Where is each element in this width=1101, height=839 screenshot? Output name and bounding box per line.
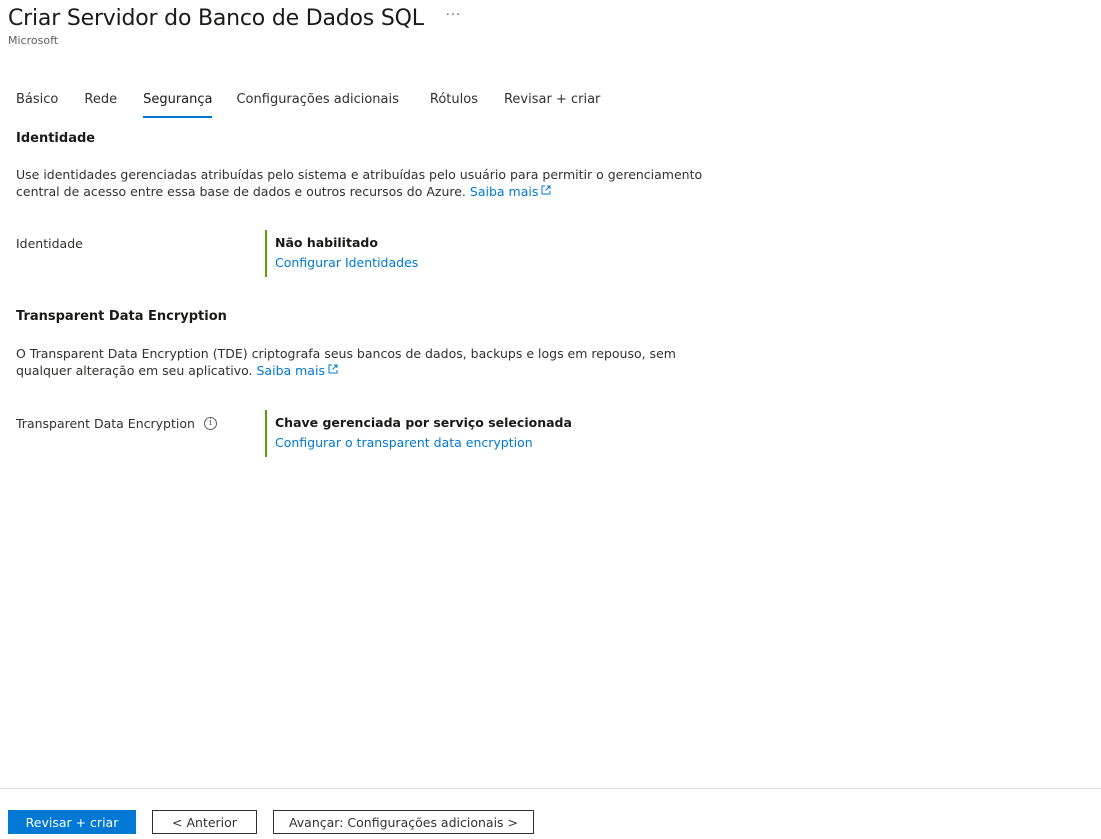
tde-description: O Transparent Data Encryption (TDE) crip…: [16, 345, 716, 379]
page-header: Criar Servidor do Banco de Dados SQL ···…: [8, 6, 461, 47]
identity-value-box: Não habilitado Configurar Identidades: [265, 230, 418, 277]
identity-field-label: Identidade: [16, 236, 83, 251]
external-link-icon: [541, 185, 551, 195]
wizard-tabs: Básico Rede Segurança Configurações adic…: [16, 90, 600, 118]
page-subtitle: Microsoft: [8, 34, 59, 47]
previous-button[interactable]: < Anterior: [152, 810, 257, 834]
tab-configuracoes-adicionais[interactable]: Configurações adicionais: [236, 90, 398, 118]
tde-field-label: Transparent Data Encryption i: [16, 416, 217, 431]
tde-status-value: Chave gerenciada por serviço selecionada: [275, 415, 572, 430]
tab-revisar-criar[interactable]: Revisar + criar: [504, 90, 600, 118]
tde-learn-more-label: Saiba mais: [256, 363, 325, 378]
tde-learn-more-link[interactable]: Saiba mais: [257, 363, 338, 378]
external-link-icon: [328, 364, 338, 374]
identity-learn-more-label: Saiba mais: [469, 184, 539, 199]
tab-rede[interactable]: Rede: [84, 90, 117, 118]
tde-description-text: O Transparent Data Encryption (TDE) crip…: [16, 346, 676, 378]
more-options-icon[interactable]: ···: [446, 8, 461, 23]
identity-description: Use identidades gerenciadas atribuídas p…: [16, 166, 716, 200]
review-create-button[interactable]: Revisar + criar: [8, 810, 136, 834]
page-title: Criar Servidor do Banco de Dados SQL: [8, 6, 424, 31]
create-sql-server-page: Criar Servidor do Banco de Dados SQL ···…: [0, 0, 1101, 839]
next-button[interactable]: Avançar: Configurações adicionais >: [273, 810, 534, 834]
identity-section-title: Identidade: [16, 131, 96, 146]
tde-section-title: Transparent Data Encryption: [16, 309, 227, 324]
title-row: Criar Servidor do Banco de Dados SQL ···: [8, 6, 461, 31]
tab-rotulos[interactable]: Rótulos: [430, 90, 478, 118]
wizard-footer: Revisar + criar < Anterior Avançar: Conf…: [0, 788, 1101, 839]
tde-field-label-text: Transparent Data Encryption: [16, 416, 195, 431]
identity-description-text: Use identidades gerenciadas atribuídas p…: [16, 167, 703, 199]
configure-identities-link[interactable]: Configurar Identidades: [275, 254, 418, 272]
tde-value-box: Chave gerenciada por serviço selecionada…: [265, 410, 572, 457]
tab-basico[interactable]: Básico: [16, 90, 58, 118]
tab-seguranca[interactable]: Segurança: [143, 90, 213, 118]
identity-field-label-text: Identidade: [16, 236, 83, 251]
configure-tde-link[interactable]: Configurar o transparent data encryption: [275, 434, 572, 452]
identity-learn-more-link[interactable]: Saiba mais: [470, 184, 551, 199]
info-icon[interactable]: i: [203, 417, 217, 430]
identity-status-value: Não habilitado: [275, 235, 378, 250]
